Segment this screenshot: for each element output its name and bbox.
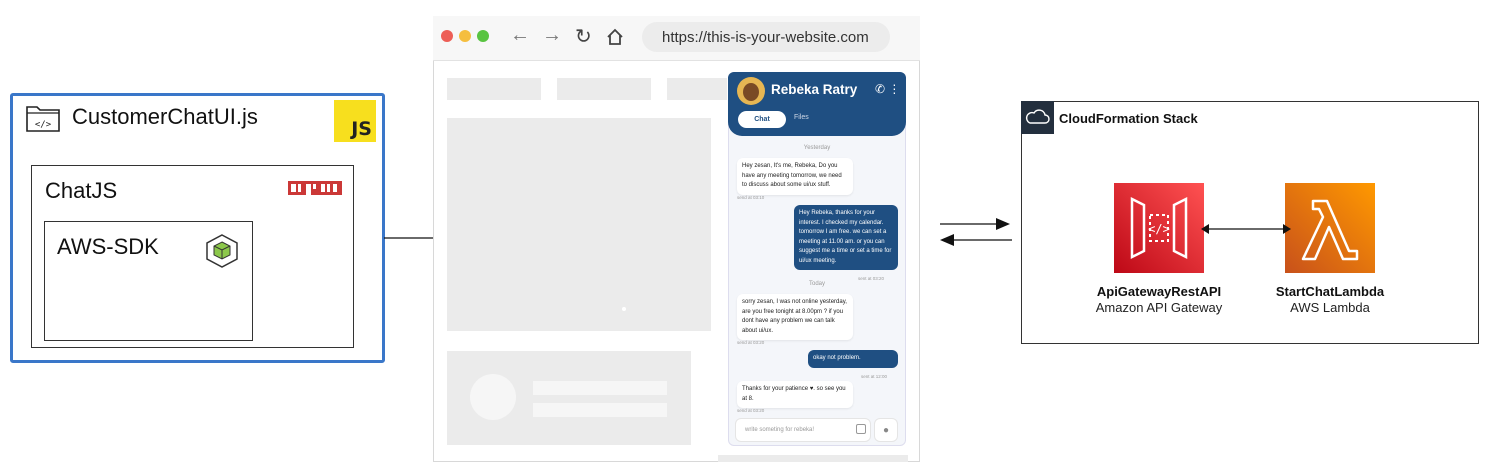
day-separator-yesterday: Yesterday [803, 145, 831, 151]
cloud-icon [1021, 101, 1054, 134]
tab-chat[interactable]: Chat [738, 111, 786, 128]
file-title: CustomerChatUI.js [72, 104, 258, 129]
image-attach-icon[interactable] [856, 424, 866, 434]
placeholder-line-1 [533, 381, 667, 395]
day-separator-today: Today [808, 281, 825, 287]
message-incoming: Thanks for your patience ♥. so see you a… [737, 381, 853, 408]
api-gateway-icon: </> [1114, 183, 1204, 273]
message-meta: sent at 12:00 [861, 374, 888, 379]
phone-icon[interactable]: ✆ ⋮ [875, 82, 900, 96]
javascript-icon: JS [334, 100, 376, 142]
placeholder-nav-1 [447, 78, 541, 100]
mic-icon[interactable]: ● [874, 418, 898, 442]
forward-arrow-icon[interactable]: → [542, 24, 562, 47]
message-input-placeholder: write someting for rebeka! [745, 427, 815, 433]
service-name-apigateway: ApiGatewayRestAPI [1096, 284, 1222, 299]
js-badge-text: JS [351, 118, 372, 140]
svg-text:</>: </> [1148, 222, 1170, 236]
svg-text:</>: </> [35, 120, 52, 130]
message-incoming: Hey zesan, It's me, Rebeka, Do you have … [737, 158, 853, 195]
aws-sdk-label: AWS-SDK [57, 234, 159, 259]
npm-logo-icon: npm [288, 181, 342, 195]
connector-apigw-lambda [1201, 224, 1291, 234]
placeholder-nav-3 [667, 78, 727, 100]
message-outgoing: okay not problem. [808, 350, 898, 368]
lambda-icon [1285, 183, 1375, 273]
svg-text:npm: npm [314, 192, 316, 194]
cloudformation-title: CloudFormation Stack [1059, 111, 1198, 126]
placeholder-dot [622, 307, 626, 311]
message-incoming: sorry zesan, I was not online yesterday,… [737, 294, 853, 340]
nodejs-package-icon [206, 234, 238, 268]
placeholder-line-2 [533, 403, 667, 417]
message-meta: send at 03:20 [737, 408, 765, 413]
maximize-window-dot[interactable] [477, 30, 489, 42]
reload-icon[interactable]: ↻ [575, 24, 592, 49]
close-window-dot[interactable] [441, 30, 453, 42]
address-bar-url: https://this-is-your-website.com [662, 29, 869, 46]
message-meta: send at 03:20 [737, 340, 765, 345]
service-type-apigateway: Amazon API Gateway [1095, 300, 1223, 315]
bidirectional-arrows [940, 218, 1012, 246]
message-outgoing: Hey Rebeka, thanks for your interest. I … [794, 205, 898, 270]
message-meta: send at 03:10 [737, 195, 765, 200]
back-arrow-icon[interactable]: ← [510, 24, 530, 47]
code-folder-icon: </> [26, 106, 60, 132]
placeholder-footer [718, 455, 908, 462]
minimize-window-dot[interactable] [459, 30, 471, 42]
service-name-lambda: StartChatLambda [1275, 284, 1385, 299]
agent-avatar-face [743, 83, 759, 101]
placeholder-nav-2 [557, 78, 651, 100]
home-icon[interactable] [605, 27, 625, 47]
placeholder-hero [447, 118, 711, 331]
placeholder-avatar [470, 374, 516, 420]
agent-name: Rebeka Ratry [771, 82, 858, 97]
service-type-lambda: AWS Lambda [1290, 300, 1370, 315]
chatjs-label: ChatJS [45, 178, 118, 203]
tab-files[interactable]: Files [794, 114, 809, 121]
